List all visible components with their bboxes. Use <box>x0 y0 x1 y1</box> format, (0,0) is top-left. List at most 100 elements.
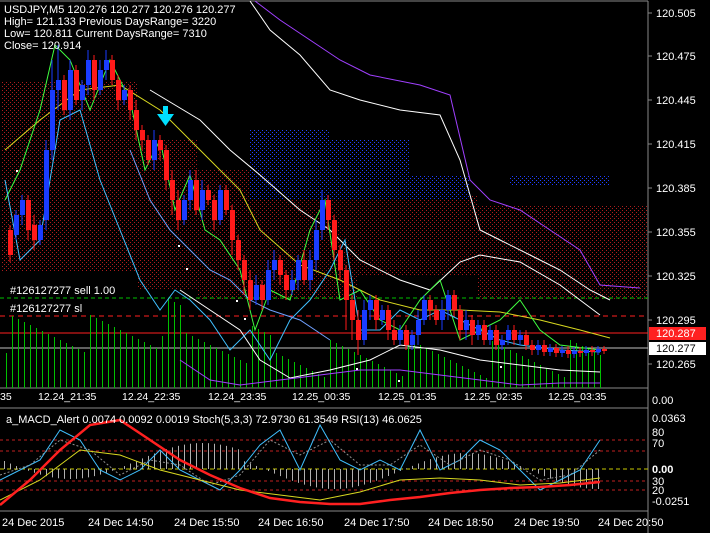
macd-bar <box>556 469 557 481</box>
volume-bars <box>6 299 601 388</box>
candle-body <box>248 280 253 300</box>
volume-bar <box>516 353 517 388</box>
macd-bar <box>172 447 173 469</box>
stoch-signal <box>0 439 601 486</box>
volume-bar <box>570 340 571 388</box>
candle-body <box>332 220 337 250</box>
candle-body <box>272 260 277 270</box>
macd-bar <box>214 443 215 469</box>
macd-bar <box>376 469 377 481</box>
volume-bar <box>480 375 481 388</box>
volume-bar <box>150 345 151 388</box>
volume-bar <box>138 339 139 388</box>
candle-body <box>278 260 283 275</box>
candle-body <box>452 295 457 310</box>
volume-bar <box>282 356 283 388</box>
volume-bar <box>420 345 421 388</box>
volume-bar <box>90 315 91 388</box>
volume-bar <box>372 361 373 388</box>
macd-bar <box>484 454 485 469</box>
candle-body <box>554 348 559 353</box>
trading-chart[interactable]: 120.505 120.475 120.445 120.415 120.385 … <box>0 0 710 533</box>
indicator-pane[interactable]: a_MACD_Alert 0.0074 0.0092 0.0019 Stoch(… <box>0 395 689 512</box>
white-lower-band <box>179 289 601 379</box>
candle-body <box>512 330 517 340</box>
candle-body <box>326 200 331 220</box>
macd-bar <box>34 469 35 473</box>
candle-body <box>506 330 511 340</box>
candle-body <box>68 70 73 110</box>
candle-body <box>458 310 463 330</box>
macd-bar <box>76 469 77 479</box>
candle-body <box>338 250 343 270</box>
sell-order-label[interactable]: #126127277 sell 1.00 <box>10 285 115 297</box>
candle-body <box>410 335 415 345</box>
macd-bar <box>340 469 341 489</box>
indicator-axis-label: 0.00 <box>652 464 673 476</box>
volume-bar <box>558 374 559 388</box>
volume-bar <box>114 327 115 388</box>
candle-body <box>86 60 91 85</box>
indicator-axis-label: 70 <box>652 438 664 450</box>
candle-body <box>404 330 409 345</box>
volume-bar <box>30 325 31 388</box>
macd-bar <box>202 443 203 469</box>
date-label: 24 Dec 18:50 <box>428 517 493 529</box>
macd-bar <box>124 466 125 469</box>
volume-bar <box>120 330 121 388</box>
time-label: 12.25_00:35 <box>292 391 351 403</box>
volume-bar <box>126 333 127 388</box>
macd-bar <box>544 469 545 477</box>
time-label: 12.25_02:35 <box>464 391 523 403</box>
macd-bar <box>358 469 359 487</box>
candle-body <box>440 310 445 320</box>
candle-body <box>470 320 475 335</box>
stoch-main <box>0 423 601 491</box>
volume-bar <box>96 318 97 388</box>
volume-bar <box>174 302 175 388</box>
stop-loss-label[interactable]: #126127277 sl <box>10 303 82 315</box>
volume-bar <box>66 343 67 388</box>
volume-bar <box>270 335 271 388</box>
macd-bar <box>82 469 83 479</box>
indicator-axis-label: -0.0251 <box>652 496 689 508</box>
macd-bar <box>496 457 497 469</box>
macd-bar <box>508 461 509 469</box>
candle-body <box>212 200 217 220</box>
volume-bar <box>36 328 37 388</box>
low-line: Low= 120.811 Current DaysRange= 7310 <box>4 28 207 40</box>
candle-body <box>8 230 13 255</box>
candle-body <box>416 320 421 335</box>
candle-body <box>386 310 391 330</box>
candle-body <box>518 335 523 340</box>
candle-body <box>314 230 319 260</box>
candle-body <box>92 60 97 90</box>
candle-body <box>260 285 265 300</box>
candle-body <box>434 310 439 320</box>
macd-bar <box>598 469 599 489</box>
candle-body <box>164 150 169 180</box>
macd-bar <box>226 445 227 469</box>
macd-bar <box>70 469 71 479</box>
candle-body <box>488 330 493 340</box>
macd-bar <box>472 453 473 469</box>
candle-body <box>530 345 535 350</box>
macd-bar <box>490 455 491 469</box>
volume-bar <box>426 348 427 388</box>
time-label: 12.24_21:35 <box>38 391 97 403</box>
candle-body <box>590 350 595 352</box>
candle-body <box>596 349 601 352</box>
main-chart-pane[interactable] <box>0 0 649 533</box>
candle-body <box>422 300 427 320</box>
volume-bar <box>504 347 505 388</box>
candle-body <box>26 200 31 230</box>
macd-bar <box>550 469 551 479</box>
macd-bar <box>262 468 263 469</box>
volume-bar <box>330 340 331 388</box>
macd-bar <box>586 469 587 489</box>
macd-bar <box>328 469 329 489</box>
volume-bar <box>264 332 265 388</box>
macd-bar <box>430 459 431 469</box>
candle-body <box>176 200 181 220</box>
candle-body <box>560 350 565 353</box>
